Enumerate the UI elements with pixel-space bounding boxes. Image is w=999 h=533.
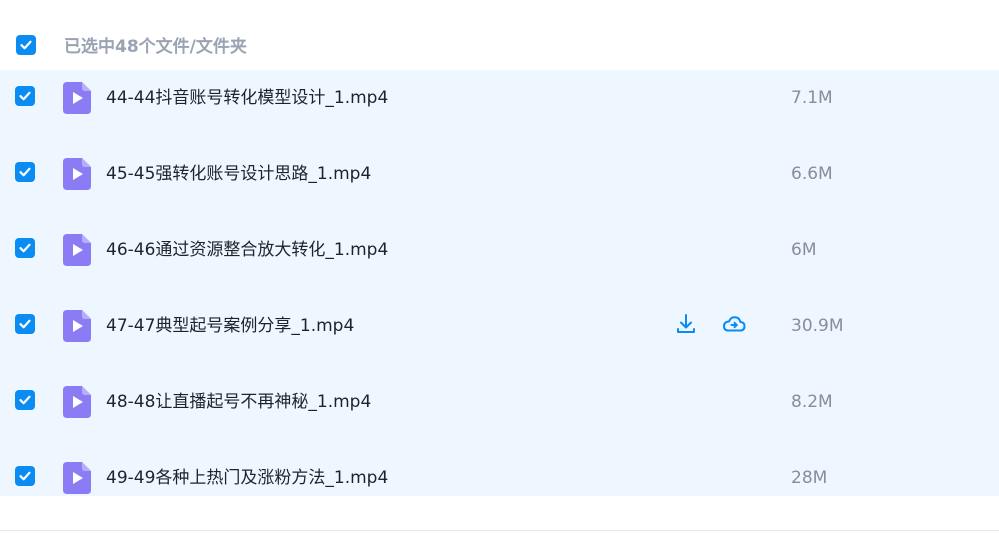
checkmark-icon [19,91,31,101]
selection-summary: 已选中48个文件/文件夹 [64,37,247,57]
video-file-icon [63,386,91,418]
file-list-page: 已选中48个文件/文件夹 44-44抖音账号转化模型设计_1.mp4 7.1M [0,0,999,533]
row-checkbox[interactable] [15,390,35,410]
file-row[interactable]: 46-46通过资源整合放大转化_1.mp4 6M [0,222,999,298]
row-checkbox[interactable] [15,238,35,258]
video-file-icon [63,310,91,342]
file-size: 28M [791,468,828,488]
file-size: 8.2M [791,392,833,412]
file-name[interactable]: 46-46通过资源整合放大转化_1.mp4 [106,238,388,262]
file-name[interactable]: 45-45强转化账号设计思路_1.mp4 [106,162,371,186]
file-name[interactable]: 49-49各种上热门及涨粉方法_1.mp4 [106,466,388,490]
video-file-icon [63,158,91,190]
file-row[interactable]: 45-45强转化账号设计思路_1.mp4 6.6M [0,146,999,222]
file-row[interactable]: 48-48让直播起号不再神秘_1.mp4 8.2M [0,374,999,450]
checkmark-icon [19,395,31,405]
row-checkbox[interactable] [15,314,35,334]
file-size: 6M [791,240,817,260]
file-name[interactable]: 44-44抖音账号转化模型设计_1.mp4 [106,86,388,110]
checkmark-icon [19,319,31,329]
video-file-icon [63,462,91,494]
video-file-icon [63,234,91,266]
cloud-save-icon[interactable] [721,311,747,337]
file-row[interactable]: 49-49各种上热门及涨粉方法_1.mp4 28M [0,450,999,496]
video-file-icon [63,82,91,114]
checkmark-icon [19,471,31,481]
file-size: 30.9M [791,316,844,336]
selection-header: 已选中48个文件/文件夹 [0,24,999,70]
checkmark-icon [19,167,31,177]
select-all-checkbox[interactable] [16,35,36,55]
list-divider [0,530,999,531]
file-name[interactable]: 47-47典型起号案例分享_1.mp4 [106,314,354,338]
checkmark-icon [19,243,31,253]
file-list: 44-44抖音账号转化模型设计_1.mp4 7.1M 45-45强转化账号设计思… [0,70,999,496]
row-checkbox[interactable] [15,86,35,106]
row-checkbox[interactable] [15,162,35,182]
file-size: 7.1M [791,88,833,108]
file-row[interactable]: 47-47典型起号案例分享_1.mp4 30.9M [0,298,999,374]
download-icon[interactable] [673,311,699,337]
checkmark-icon [20,40,32,50]
file-size: 6.6M [791,164,833,184]
file-row[interactable]: 44-44抖音账号转化模型设计_1.mp4 7.1M [0,70,999,146]
file-name[interactable]: 48-48让直播起号不再神秘_1.mp4 [106,390,371,414]
row-checkbox[interactable] [15,466,35,486]
